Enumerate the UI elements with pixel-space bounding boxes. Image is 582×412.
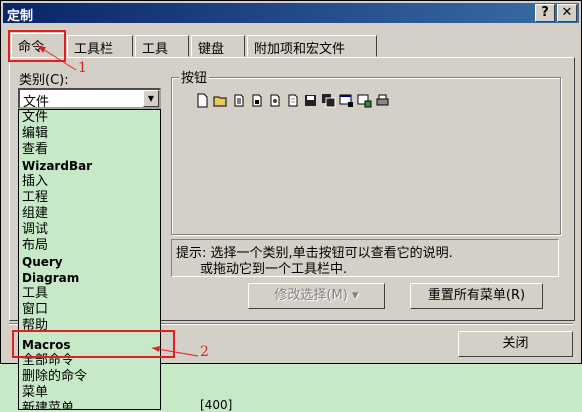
new-file-icon[interactable] [195, 93, 210, 108]
list-item[interactable]: 窗口 [22, 302, 48, 318]
list-item[interactable]: 查看 [22, 142, 48, 158]
list-item[interactable]: 布局 [22, 238, 48, 254]
list-item[interactable]: 文件 [22, 110, 48, 126]
annotation-box-1 [8, 30, 66, 62]
annotation-box-2 [12, 330, 175, 358]
annotation-number-1: 1 [78, 60, 87, 76]
list-item[interactable]: Diagram [22, 270, 79, 286]
list-item[interactable]: 组建 [22, 206, 48, 222]
reset-all-menus-button[interactable]: 重置所有菜单(R) [410, 283, 543, 309]
settings-window-icon[interactable] [357, 93, 372, 108]
close-window-button[interactable]: ✕ [557, 4, 577, 22]
tab-tools[interactable]: 工具 [135, 35, 189, 57]
save-disk-icon[interactable] [303, 93, 318, 108]
toolbar-window-icon[interactable] [339, 93, 354, 108]
hint-line-2: 或拖动它到一个工具栏中. [200, 262, 348, 277]
chevron-down-icon[interactable]: ▼ [143, 90, 159, 107]
list-item[interactable]: 删除的命令 [22, 369, 87, 385]
list-item[interactable]: 新建菜单 [22, 401, 74, 409]
open-folder-icon[interactable] [213, 93, 228, 108]
tab-addins-macros[interactable]: 附加项和宏文件 [247, 35, 377, 57]
save-all-icon[interactable] [321, 93, 336, 108]
help-button[interactable]: ? [535, 4, 555, 22]
printer-icon[interactable] [375, 93, 390, 108]
category-label: 类别(C): [19, 73, 69, 88]
window-title: 定制 [7, 9, 34, 24]
hint-box: 提示: 选择一个类别,单击按钮可以查看它的说明. 或拖动它到一个工具栏中. [171, 239, 559, 277]
copy-page-icon[interactable] [231, 93, 246, 108]
category-dropdown-list[interactable]: 文件 编辑 查看 WizardBar 插入 工程 组建 调试 布局 Query … [18, 109, 161, 410]
close-button[interactable]: 关闭 [458, 331, 573, 357]
save-page-icon[interactable] [249, 93, 264, 108]
annotation-number-2: 2 [200, 344, 209, 360]
title-bar: 定制 ? ✕ [3, 3, 579, 24]
list-item[interactable]: 插入 [22, 174, 48, 190]
page-icon[interactable] [285, 93, 300, 108]
modify-selection-button[interactable]: 修改选择(M) ▾ [248, 283, 385, 309]
list-item[interactable]: Query [22, 254, 63, 270]
list-item[interactable]: 菜单 [22, 385, 48, 401]
list-item[interactable]: WizardBar [22, 158, 92, 174]
toolbar-icons [195, 93, 390, 111]
list-item[interactable]: 调试 [22, 222, 48, 238]
tab-toolbars[interactable]: 工具栏 [67, 35, 133, 57]
category-combobox[interactable]: 文件 ▼ [18, 88, 161, 110]
category-selected-value: 文件 [23, 95, 50, 110]
list-item[interactable]: 编辑 [22, 126, 48, 142]
list-item[interactable]: 工程 [22, 190, 48, 206]
print-page-icon[interactable] [267, 93, 282, 108]
list-item[interactable]: 工具 [22, 286, 48, 302]
buttons-group-title: 按钮 [179, 67, 210, 86]
tab-keyboard[interactable]: 键盘 [191, 35, 245, 57]
